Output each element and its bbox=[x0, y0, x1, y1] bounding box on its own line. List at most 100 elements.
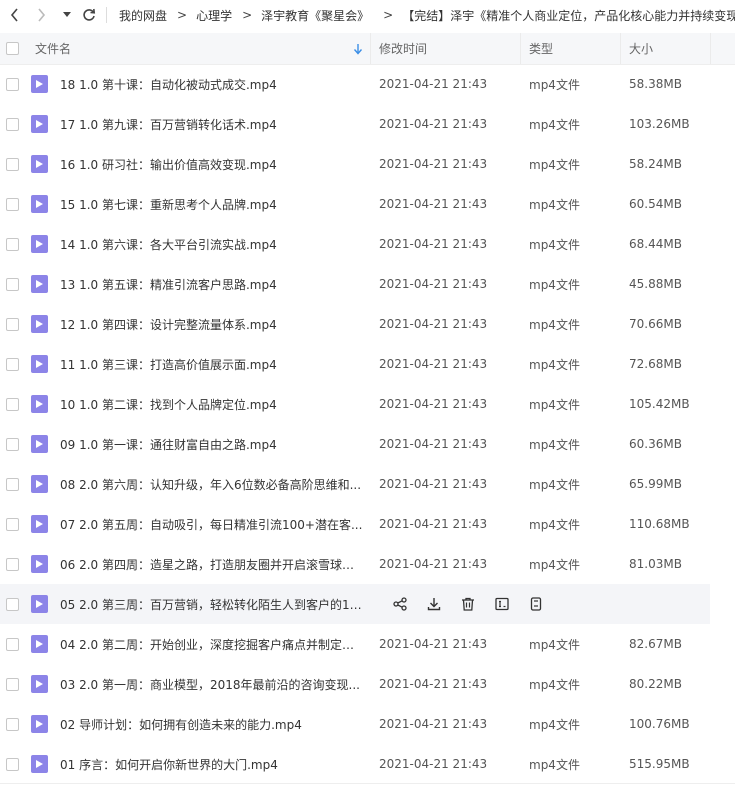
row-checkbox[interactable] bbox=[6, 144, 19, 184]
file-name[interactable]: 04 2.0 第二周：开始创业，深度挖掘客户痛点并制定服... bbox=[60, 624, 365, 664]
download-icon[interactable] bbox=[424, 594, 444, 614]
select-all-checkbox[interactable] bbox=[6, 33, 19, 64]
video-file-icon bbox=[31, 384, 48, 424]
table-row[interactable]: 04 2.0 第二周：开始创业，深度挖掘客户痛点并制定服... 2021-04-2… bbox=[0, 624, 710, 664]
file-name[interactable]: 14 1.0 第六课：各大平台引流实战.mp4 bbox=[60, 224, 365, 264]
file-size: 82.67MB bbox=[629, 637, 682, 651]
file-name[interactable]: 03 2.0 第一周：商业模型，2018年最前沿的咨询变现... bbox=[60, 664, 365, 704]
table-row[interactable]: 02 导师计划：如何拥有创造未来的能力.mp4 2021-04-21 21:43 m… bbox=[0, 704, 710, 744]
breadcrumb-item-current[interactable]: 【完结】泽宇《精准个人商业定位，产品化核心能力并持续变现》 bbox=[402, 7, 735, 24]
video-file-icon bbox=[31, 264, 48, 304]
row-checkbox[interactable] bbox=[6, 424, 19, 464]
more-icon[interactable] bbox=[526, 594, 546, 614]
file-name[interactable]: 01 序言：如何开启你新世界的大门.mp4 bbox=[60, 744, 365, 784]
file-name[interactable]: 09 1.0 第一课：通往财富自由之路.mp4 bbox=[60, 424, 365, 464]
file-type: mp4文件 bbox=[529, 357, 580, 372]
file-type: mp4文件 bbox=[529, 437, 580, 452]
delete-icon[interactable] bbox=[458, 594, 478, 614]
rename-icon[interactable] bbox=[492, 594, 512, 614]
row-checkbox[interactable] bbox=[6, 64, 19, 104]
row-checkbox[interactable] bbox=[6, 264, 19, 304]
column-header-modified[interactable]: 修改时间 bbox=[379, 33, 427, 64]
table-row[interactable]: 12 1.0 第四课：设计完整流量体系.mp4 2021-04-21 21:43 m… bbox=[0, 304, 710, 344]
file-name[interactable]: 10 1.0 第二课：找到个人品牌定位.mp4 bbox=[60, 384, 365, 424]
table-row[interactable]: 06 2.0 第四周：造星之路，打造朋友圈并开启滚雪球模... 2021-04-2… bbox=[0, 544, 710, 584]
row-checkbox[interactable] bbox=[6, 304, 19, 344]
column-header-size[interactable]: 大小 bbox=[629, 33, 653, 64]
file-name[interactable]: 08 2.0 第六周：认知升级，年入6位数必备高阶思维和... bbox=[60, 464, 365, 504]
table-row[interactable]: 15 1.0 第七课：重新思考个人品牌.mp4 2021-04-21 21:43 m… bbox=[0, 184, 710, 224]
file-name[interactable]: 16 1.0 研习社：输出价值高效变现.mp4 bbox=[60, 144, 365, 184]
row-checkbox[interactable] bbox=[6, 344, 19, 384]
file-name[interactable]: 05 2.0 第三周：百万营销，轻松转化陌生人到客户的12... bbox=[60, 584, 365, 624]
chevron-left-icon[interactable] bbox=[4, 0, 26, 30]
row-checkbox[interactable] bbox=[6, 664, 19, 704]
chevron-right-icon[interactable] bbox=[30, 0, 52, 30]
caret-down-icon[interactable] bbox=[60, 0, 74, 30]
table-row[interactable]: 10 1.0 第二课：找到个人品牌定位.mp4 2021-04-21 21:43 m… bbox=[0, 384, 710, 424]
refresh-icon[interactable] bbox=[78, 0, 100, 30]
row-checkbox[interactable] bbox=[6, 384, 19, 424]
sort-down-arrow-icon[interactable] bbox=[353, 33, 363, 64]
table-row[interactable]: 18 1.0 第十课：自动化被动式成交.mp4 2021-04-21 21:43 m… bbox=[0, 64, 710, 104]
table-row[interactable]: 03 2.0 第一周：商业模型，2018年最前沿的咨询变现... 2021-04-… bbox=[0, 664, 710, 704]
column-divider[interactable] bbox=[620, 33, 621, 64]
row-checkbox[interactable] bbox=[6, 544, 19, 584]
file-name[interactable]: 13 1.0 第五课：精准引流客户思路.mp4 bbox=[60, 264, 365, 304]
row-checkbox[interactable] bbox=[6, 104, 19, 144]
column-header-type[interactable]: 类型 bbox=[529, 33, 553, 64]
table-row[interactable]: 07 2.0 第五周：自动吸引，每日精准引流100+潜在客... 2021-04-… bbox=[0, 504, 710, 544]
video-file-icon bbox=[31, 304, 48, 344]
video-file-icon bbox=[31, 184, 48, 224]
file-name[interactable]: 11 1.0 第三课：打造高价值展示面.mp4 bbox=[60, 344, 365, 384]
video-file-icon bbox=[31, 544, 48, 584]
column-divider[interactable] bbox=[370, 33, 371, 64]
file-name[interactable]: 18 1.0 第十课：自动化被动式成交.mp4 bbox=[60, 64, 365, 104]
file-modified-time: 2021-04-21 21:43 bbox=[379, 477, 488, 491]
file-size: 515.95MB bbox=[629, 757, 690, 771]
table-row[interactable]: 14 1.0 第六课：各大平台引流实战.mp4 2021-04-21 21:43 m… bbox=[0, 224, 710, 264]
table-row[interactable]: 16 1.0 研习社：输出价值高效变现.mp4 2021-04-21 21:43 m… bbox=[0, 144, 710, 184]
table-row[interactable]: 08 2.0 第六周：认知升级，年入6位数必备高阶思维和... 2021-04-2… bbox=[0, 464, 710, 504]
row-checkbox[interactable] bbox=[6, 584, 19, 624]
file-size: 100.76MB bbox=[629, 717, 690, 731]
row-checkbox[interactable] bbox=[6, 624, 19, 664]
file-modified-time: 2021-04-21 21:43 bbox=[379, 757, 488, 771]
video-file-icon bbox=[31, 104, 48, 144]
table-header: 文件名 修改时间 类型 大小 bbox=[0, 33, 735, 65]
row-checkbox[interactable] bbox=[6, 504, 19, 544]
row-checkbox[interactable] bbox=[6, 704, 19, 744]
file-name[interactable]: 07 2.0 第五周：自动吸引，每日精准引流100+潜在客... bbox=[60, 504, 365, 544]
file-modified-time: 2021-04-21 21:43 bbox=[379, 317, 488, 331]
video-file-icon bbox=[31, 624, 48, 664]
table-row[interactable]: 09 1.0 第一课：通往财富自由之路.mp4 2021-04-21 21:43 m… bbox=[0, 424, 710, 464]
table-row[interactable]: 01 序言：如何开启你新世界的大门.mp4 2021-04-21 21:43 mp4… bbox=[0, 744, 710, 784]
table-row[interactable]: 17 1.0 第九课：百万营销转化话术.mp4 2021-04-21 21:43 m… bbox=[0, 104, 710, 144]
file-size: 45.88MB bbox=[629, 277, 682, 291]
table-row[interactable]: 13 1.0 第五课：精准引流客户思路.mp4 2021-04-21 21:43 m… bbox=[0, 264, 710, 304]
table-row[interactable]: 11 1.0 第三课：打造高价值展示面.mp4 2021-04-21 21:43 m… bbox=[0, 344, 710, 384]
column-divider[interactable] bbox=[710, 33, 711, 64]
file-name[interactable]: 02 导师计划：如何拥有创造未来的能力.mp4 bbox=[60, 704, 365, 744]
column-header-name[interactable]: 文件名 bbox=[35, 33, 71, 64]
column-divider[interactable] bbox=[520, 33, 521, 64]
file-name[interactable]: 12 1.0 第四课：设计完整流量体系.mp4 bbox=[60, 304, 365, 344]
row-checkbox[interactable] bbox=[6, 744, 19, 784]
file-type: mp4文件 bbox=[529, 157, 580, 172]
file-name[interactable]: 06 2.0 第四周：造星之路，打造朋友圈并开启滚雪球模... bbox=[60, 544, 365, 584]
file-type: mp4文件 bbox=[529, 557, 580, 572]
row-checkbox[interactable] bbox=[6, 224, 19, 264]
share-icon[interactable] bbox=[390, 594, 410, 614]
breadcrumb-item-course[interactable]: 泽宇教育《聚星会》 bbox=[261, 7, 369, 24]
file-type: mp4文件 bbox=[529, 277, 580, 292]
breadcrumb-item-psychology[interactable]: 心理学 bbox=[196, 7, 232, 24]
toolbar-divider bbox=[106, 7, 107, 23]
file-name[interactable]: 15 1.0 第七课：重新思考个人品牌.mp4 bbox=[60, 184, 365, 224]
file-size: 68.44MB bbox=[629, 237, 682, 251]
table-row[interactable]: 05 2.0 第三周：百万营销，轻松转化陌生人到客户的12... bbox=[0, 584, 710, 624]
row-checkbox[interactable] bbox=[6, 464, 19, 504]
breadcrumb-item-root[interactable]: 我的网盘 bbox=[119, 7, 167, 24]
row-checkbox[interactable] bbox=[6, 184, 19, 224]
file-name[interactable]: 17 1.0 第九课：百万营销转化话术.mp4 bbox=[60, 104, 365, 144]
file-type: mp4文件 bbox=[529, 477, 580, 492]
